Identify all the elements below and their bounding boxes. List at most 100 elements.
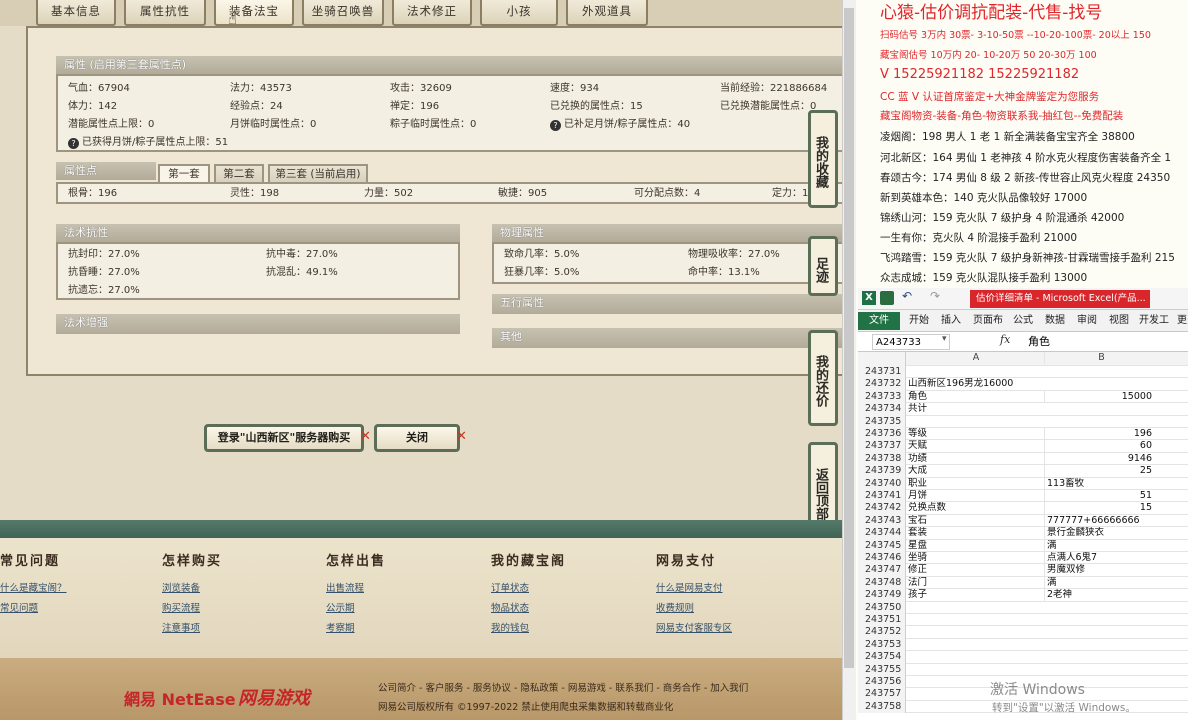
points-tab-first[interactable]: 第一套 — [158, 164, 210, 183]
row-number[interactable]: 243747 — [858, 564, 906, 577]
cell-b[interactable]: 2老神 — [1044, 589, 1156, 602]
row-number[interactable]: 243750 — [858, 601, 906, 614]
ribbon-tab-developer[interactable]: 开发工 — [1136, 312, 1172, 330]
points-tab-second[interactable]: 第二套 — [214, 164, 264, 183]
cell-a[interactable]: 套装 — [908, 527, 1044, 539]
cell-a[interactable]: 坐骑 — [908, 552, 1044, 564]
row-number[interactable]: 243749 — [858, 589, 906, 602]
row-number[interactable]: 243736 — [858, 428, 906, 441]
row-number[interactable]: 243738 — [858, 452, 906, 466]
tab-basic-info[interactable]: 基本信息 — [36, 0, 116, 26]
my-counteroffer-button[interactable]: 我的还价 — [808, 330, 838, 426]
chevron-down-icon[interactable]: ▾ — [942, 334, 947, 344]
row-number[interactable]: 243753 — [858, 638, 906, 652]
cell-a[interactable]: 法门 — [908, 577, 1044, 589]
cell-b[interactable]: 51 — [1044, 490, 1156, 503]
help-link[interactable]: 什么是藏宝阁？ — [0, 579, 67, 599]
row-number[interactable]: 243757 — [858, 688, 906, 701]
five-elements-title[interactable]: 五行属性 — [492, 294, 842, 314]
cell-a[interactable]: 角色 — [908, 391, 1044, 403]
cell-a[interactable]: 修正 — [908, 564, 1044, 576]
cell-b[interactable]: 60 — [1044, 440, 1156, 453]
cell-b[interactable]: 113畜牧 — [1044, 477, 1156, 490]
row-number[interactable]: 243735 — [858, 415, 906, 428]
ribbon-tab-data[interactable]: 数据 — [1040, 312, 1070, 330]
ribbon-tab-more[interactable]: 更多 — [1172, 312, 1188, 330]
row-number[interactable]: 243743 — [858, 514, 906, 528]
row-number[interactable]: 243734 — [858, 403, 906, 416]
excel-grid[interactable]: A B 243731 243732 山西新区196男龙16000 243733 角色 15… — [858, 352, 1188, 720]
row-number[interactable]: 243758 — [858, 700, 906, 714]
help-link[interactable]: 购买流程 — [162, 599, 222, 619]
ribbon-tab-formulas[interactable]: 公式 — [1008, 312, 1038, 330]
help-icon[interactable]: ? — [550, 120, 561, 131]
cell-a[interactable]: 山西新区196男龙16000 — [908, 378, 1044, 390]
row-number[interactable]: 243754 — [858, 651, 906, 664]
cell-b[interactable]: 满 — [1044, 539, 1156, 552]
help-link[interactable]: 网易支付客服专区 — [656, 619, 732, 639]
cell-a[interactable]: 孩子 — [908, 589, 1044, 601]
close-button[interactable]: 关闭 — [374, 424, 460, 452]
cell-b[interactable]: 景行金麟狭衣 — [1044, 527, 1156, 540]
help-link[interactable]: 注意事项 — [162, 619, 222, 639]
row-number[interactable]: 243752 — [858, 626, 906, 639]
function-icon[interactable]: fx — [1000, 333, 1010, 346]
row-number[interactable]: 243751 — [858, 614, 906, 627]
tab-spell-correction[interactable]: 法术修正 — [392, 0, 472, 26]
row-number[interactable]: 243731 — [858, 366, 906, 379]
ribbon-tab-review[interactable]: 审阅 — [1072, 312, 1102, 330]
my-favorites-button[interactable]: 我的收藏 — [808, 110, 838, 208]
cell-b[interactable]: 满 — [1044, 576, 1156, 590]
row-number[interactable]: 243746 — [858, 552, 906, 565]
row-number[interactable]: 243741 — [858, 490, 906, 503]
tab-appearance[interactable]: 外观道具 — [566, 0, 648, 26]
row-number[interactable]: 243739 — [858, 465, 906, 478]
row-number[interactable]: 243745 — [858, 539, 906, 552]
points-tab-third[interactable]: 第三套 (当前启用) — [268, 164, 368, 183]
help-link[interactable]: 订单状态 — [491, 579, 566, 599]
row-number[interactable]: 243755 — [858, 663, 906, 676]
ribbon-tab-insert[interactable]: 插入 — [936, 312, 966, 330]
undo-icon[interactable]: ↶ — [902, 289, 912, 303]
cell-a[interactable]: 共计 — [908, 403, 1044, 415]
ribbon-tab-layout[interactable]: 页面布 — [970, 312, 1006, 330]
cell-a[interactable]: 功绩 — [908, 453, 1044, 465]
cell-b[interactable]: 点满人6鬼7 — [1044, 552, 1156, 565]
row-number[interactable]: 243740 — [858, 477, 906, 490]
cell-a[interactable]: 星盘 — [908, 540, 1044, 552]
cell-a[interactable]: 宝石 — [908, 515, 1044, 527]
other-title[interactable]: 其他 — [492, 328, 842, 348]
footer-links[interactable]: 公司简介 - 客户服务 - 服务协议 - 隐私政策 - 网易游戏 - 联系我们 … — [378, 680, 748, 694]
row-number[interactable]: 243742 — [858, 502, 906, 515]
ribbon-tab-view[interactable]: 视图 — [1104, 312, 1134, 330]
column-header-a[interactable]: A — [908, 352, 1044, 364]
row-number[interactable]: 243744 — [858, 527, 906, 540]
scrollbar-thumb[interactable] — [844, 8, 854, 668]
help-link[interactable]: 公示期 — [326, 599, 386, 619]
cell-a[interactable]: 月饼 — [908, 490, 1044, 502]
help-link[interactable]: 什么是网易支付 — [656, 579, 732, 599]
cell-b[interactable]: 777777+66666666 — [1044, 514, 1156, 528]
formula-input[interactable]: 角色 — [1028, 334, 1050, 350]
row-number[interactable]: 243733 — [858, 390, 906, 404]
ribbon-tab-home[interactable]: 开始 — [904, 312, 934, 330]
cell-b[interactable]: 男魔双修 — [1044, 564, 1156, 577]
cell-a[interactable]: 兑换点数 — [908, 502, 1044, 514]
help-link[interactable]: 浏览装备 — [162, 579, 222, 599]
cell-a[interactable]: 等级 — [908, 428, 1044, 440]
help-link[interactable]: 常见问题 — [0, 599, 67, 619]
help-link[interactable]: 考察期 — [326, 619, 386, 639]
tab-attribute-resist[interactable]: 属性抗性 — [124, 0, 206, 26]
footprint-button[interactable]: 足迹 — [808, 236, 838, 296]
tab-equipment[interactable]: 装备法宝 — [214, 0, 294, 26]
row-number[interactable]: 243737 — [858, 440, 906, 453]
cell-a[interactable]: 大成 — [908, 465, 1044, 477]
cell-b[interactable]: 25 — [1044, 465, 1156, 478]
cell-a[interactable]: 天赋 — [908, 440, 1044, 452]
help-link[interactable]: 物品状态 — [491, 599, 566, 619]
cell-b[interactable]: 9146 — [1044, 452, 1156, 466]
tab-child[interactable]: 小孩 — [480, 0, 558, 26]
help-link[interactable]: 我的钱包 — [491, 619, 566, 639]
cell-b[interactable]: 15 — [1044, 502, 1156, 515]
help-icon[interactable]: ? — [68, 138, 79, 149]
